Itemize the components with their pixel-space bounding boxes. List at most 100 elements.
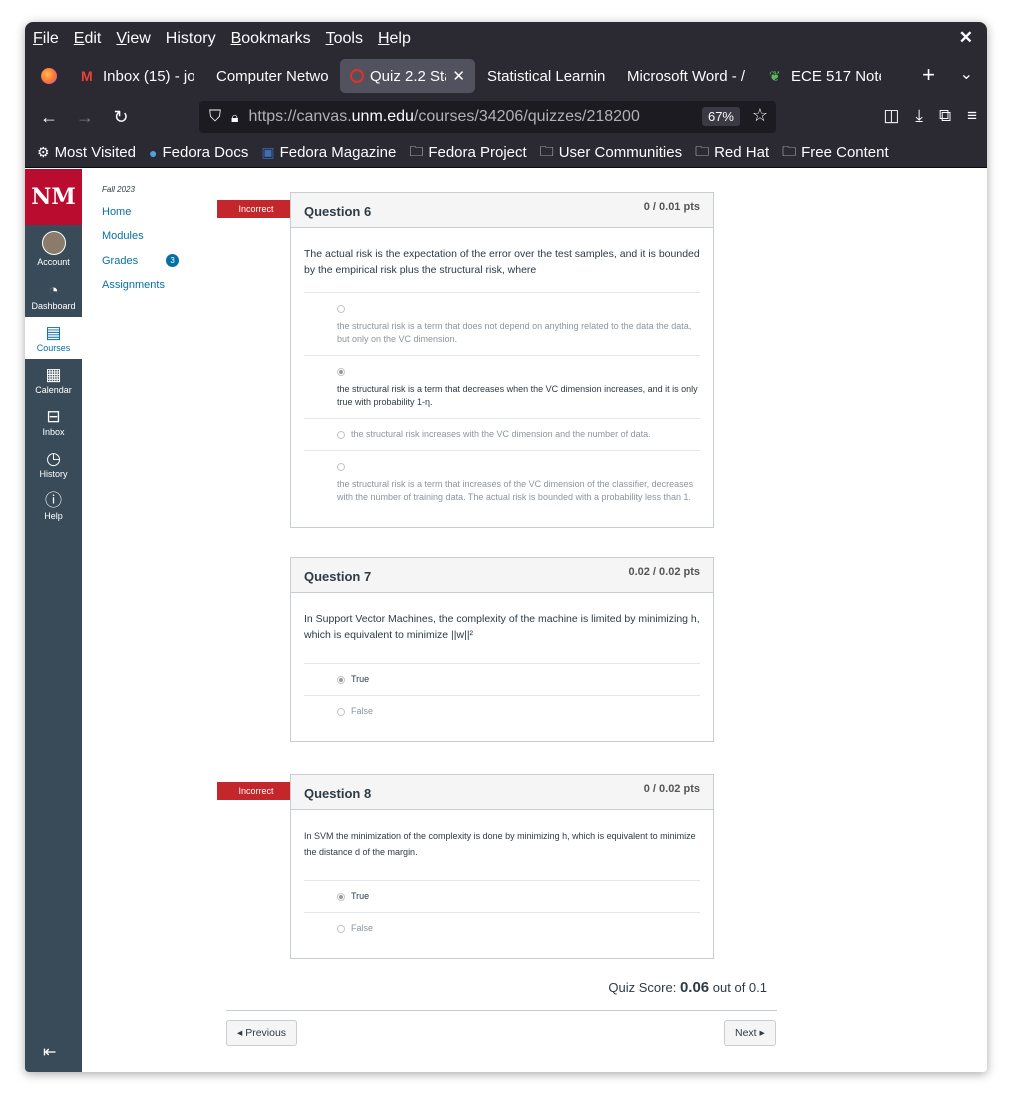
gear-icon: ⚙	[37, 144, 50, 160]
fedora-magazine-icon: ▣	[261, 144, 275, 160]
bookmark-most-visited[interactable]: ⚙ Most Visited	[37, 144, 136, 161]
radio-button	[337, 305, 345, 313]
radio-button	[337, 430, 345, 439]
question-6: Question 6 0 / 0.01 pts The actual risk …	[290, 192, 714, 528]
gmail-icon: M	[81, 68, 93, 84]
tab-ece517-notes[interactable]: ❦ ECE 517 Notes	[759, 59, 891, 93]
help-icon: ⓘ	[45, 491, 62, 510]
window-close-icon[interactable]: ✕	[959, 28, 973, 48]
next-button[interactable]: Next ▸	[724, 1020, 776, 1046]
answer-option: the structural risk is a term that incre…	[304, 450, 700, 513]
history-icon: ◷	[46, 449, 61, 468]
new-tab-icon[interactable]: +	[922, 62, 935, 88]
shield-icon[interactable]: ⛉	[209, 108, 221, 126]
dashboard-icon: ◔	[48, 281, 59, 300]
question-text: In SVM the minimization of the complexit…	[304, 831, 696, 857]
hamburger-menu-icon[interactable]: ≡	[967, 106, 977, 126]
bookmark-fedora-project[interactable]: 🗀 Fedora Project	[409, 141, 526, 165]
answer-option: the structural risk increases with the V…	[304, 418, 700, 450]
nav-help[interactable]: ⓘ Help	[25, 485, 82, 527]
course-navigation: Fall 2023 Home Modules Grades 3 Assignmen…	[102, 185, 180, 303]
answer-option: the structural risk is a term that does …	[304, 292, 700, 355]
bookmark-user-communities[interactable]: 🗀 User Communities	[540, 141, 682, 165]
bookmark-star-icon[interactable]: ☆	[752, 105, 768, 126]
folder-icon: 🗀	[409, 142, 424, 159]
menu-view[interactable]: View	[116, 30, 150, 48]
bookmark-red-hat[interactable]: 🗀 Red Hat	[695, 141, 769, 165]
tab-computer-networks[interactable]: Computer Networ	[206, 59, 338, 93]
menu-edit[interactable]: Edit	[74, 30, 102, 48]
fedora-icon: ●	[149, 144, 158, 161]
radio-button	[337, 463, 345, 471]
tab-microsoft-word[interactable]: Microsoft Word - /	[617, 59, 757, 93]
question-text: In Support Vector Machines, the complexi…	[304, 613, 700, 641]
navigation-bar: ← → ↻ ⛉ 🔒︎ https://canvas. unm.edu/course…	[25, 96, 987, 138]
menu-history[interactable]: History	[166, 30, 216, 48]
nav-dashboard[interactable]: ◔ Dashboard	[25, 275, 82, 317]
answer-option-selected: the structural risk is a term that decre…	[304, 355, 700, 418]
firefox-menu-icon[interactable]	[29, 59, 69, 93]
question-text: The actual risk is the expectation of th…	[304, 248, 700, 276]
folder-icon: 🗀	[782, 142, 797, 159]
nav-courses[interactable]: ▤ Courses	[25, 317, 82, 359]
question-7: Question 7 0.02 / 0.02 pts In Support Ve…	[290, 557, 714, 742]
back-icon[interactable]: ←	[31, 107, 67, 128]
answer-option-selected: True	[304, 880, 700, 912]
tab-bar: M Inbox (15) - jos Computer Networ Quiz …	[25, 56, 987, 96]
tab-statistical-learning[interactable]: Statistical Learnin	[477, 59, 615, 93]
nav-inbox[interactable]: ⊟ Inbox	[25, 401, 82, 443]
question-title: Question 7	[304, 569, 372, 584]
nav-calendar[interactable]: ▦ Calendar	[25, 359, 82, 401]
pocket-icon[interactable]: ◫	[883, 106, 899, 126]
answer-option-selected: True	[304, 663, 700, 695]
bookmark-fedora-magazine[interactable]: ▣ Fedora Magazine	[261, 144, 396, 161]
courses-icon: ▤	[45, 323, 62, 342]
nav-history[interactable]: ◷ History	[25, 443, 82, 485]
url-bar[interactable]: ⛉ 🔒︎ https://canvas. unm.edu/courses/3420…	[199, 101, 776, 133]
answer-option: False	[304, 695, 700, 727]
bookmark-free-content[interactable]: 🗀 Free Content	[782, 141, 889, 165]
inbox-icon: ⊟	[46, 407, 61, 426]
course-nav-grades[interactable]: Grades 3	[102, 254, 180, 267]
divider	[226, 1010, 777, 1011]
global-navigation: NM Account ◔ Dashboard ▤ Courses ▦ Calen…	[25, 169, 82, 1072]
lock-icon[interactable]: 🔒︎	[231, 109, 238, 126]
radio-button	[337, 892, 345, 901]
tab-gmail[interactable]: M Inbox (15) - jos	[71, 59, 204, 93]
radio-button	[337, 707, 345, 716]
nav-account[interactable]: Account	[25, 225, 82, 275]
question-points: 0 / 0.02 pts	[643, 783, 700, 795]
course-nav-modules[interactable]: Modules	[102, 230, 179, 242]
menu-bookmarks[interactable]: Bookmarks	[231, 30, 311, 48]
reload-icon[interactable]: ↻	[103, 107, 139, 128]
avatar	[41, 231, 66, 255]
previous-button[interactable]: ◂ Previous	[226, 1020, 298, 1046]
page-content: NM Account ◔ Dashboard ▤ Courses ▦ Calen…	[25, 169, 987, 1072]
menu-tools[interactable]: Tools	[326, 30, 363, 48]
question-title: Question 8	[304, 786, 372, 801]
folder-icon: 🗀	[695, 142, 710, 159]
chevron-down-icon[interactable]: ⌄	[960, 64, 973, 84]
question-points: 0 / 0.01 pts	[643, 201, 700, 213]
tab-quiz[interactable]: Quiz 2.2 Stat ✕	[340, 59, 475, 93]
radio-button	[337, 924, 345, 933]
downloads-icon[interactable]: ⤓	[915, 106, 923, 126]
folder-icon: 🗀	[539, 142, 554, 159]
question-points: 0.02 / 0.02 pts	[628, 566, 700, 578]
zoom-indicator[interactable]: 67%	[701, 107, 740, 126]
forward-icon[interactable]: →	[67, 107, 103, 128]
bookmarks-bar: ⚙ Most Visited ● Fedora Docs ▣ Fedora Magaz…	[25, 138, 987, 168]
menu-help[interactable]: Help	[378, 30, 411, 48]
tab-close-icon[interactable]: ✕	[452, 67, 465, 85]
grades-count-badge: 3	[166, 254, 180, 267]
course-nav-assignments[interactable]: Assignments	[102, 279, 179, 291]
menu-file[interactable]: File	[33, 30, 59, 48]
extensions-icon[interactable]: ⧉	[939, 106, 951, 126]
unm-logo[interactable]: NM	[25, 169, 82, 225]
collapse-nav-icon[interactable]: ⇤	[43, 1042, 56, 1062]
bookmark-fedora-docs[interactable]: ● Fedora Docs	[149, 144, 248, 161]
course-nav-home[interactable]: Home	[102, 206, 179, 218]
radio-button	[337, 675, 345, 684]
question-title: Question 6	[304, 204, 372, 219]
calendar-icon: ▦	[45, 365, 62, 384]
